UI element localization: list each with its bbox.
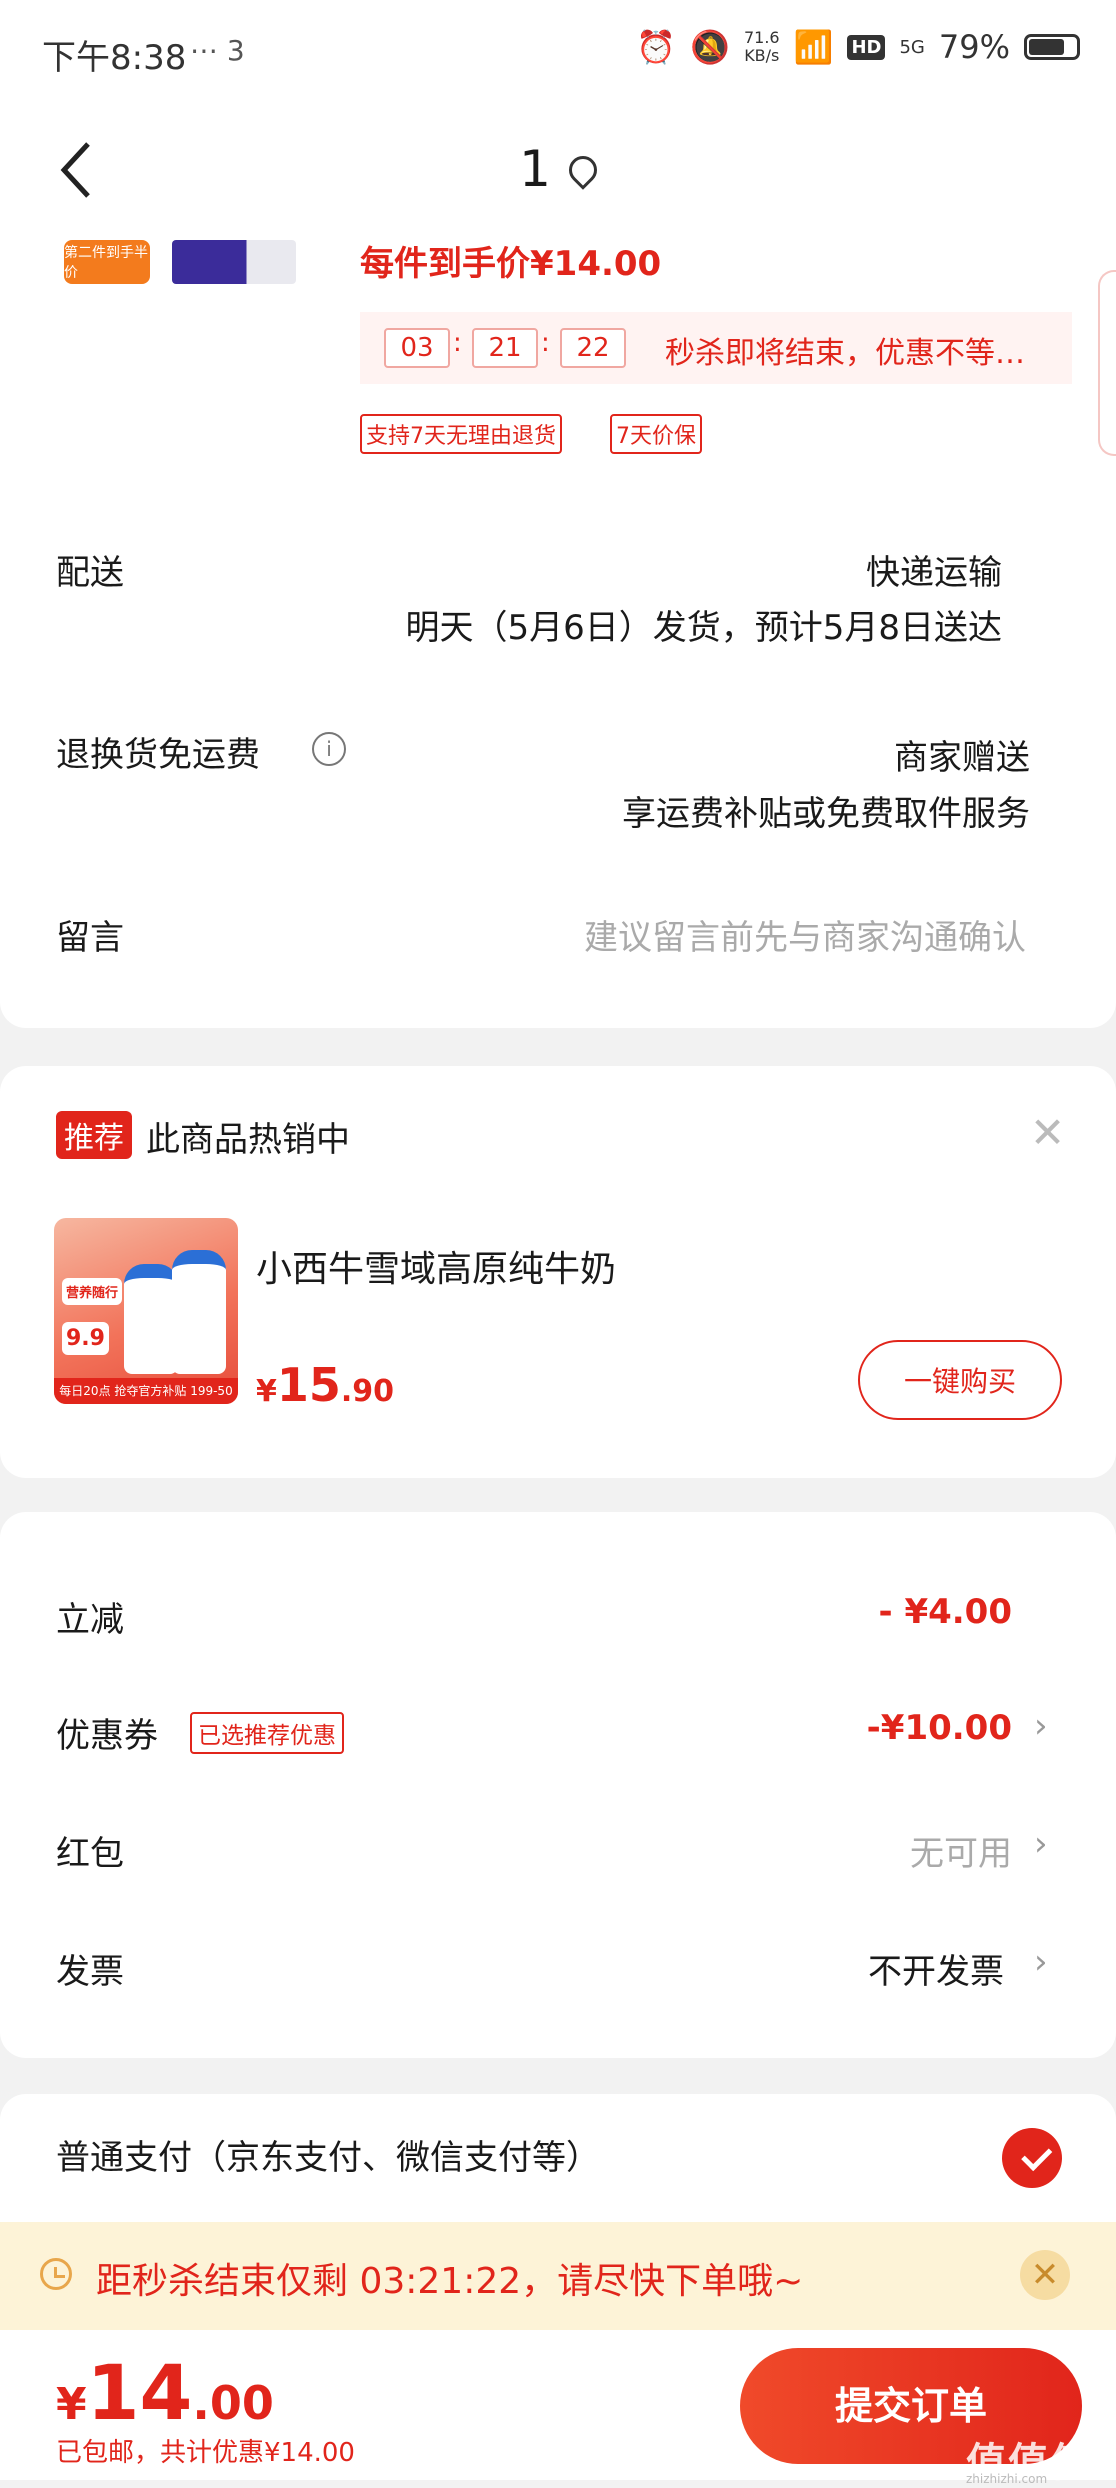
battery-icon bbox=[1024, 34, 1080, 60]
total-subtext: 已包邮，共计优惠¥14.00 bbox=[56, 2438, 355, 2468]
signal-label: 5G bbox=[899, 36, 925, 58]
checkmark-icon[interactable] bbox=[1002, 2128, 1062, 2188]
payment-method-label[interactable]: 普通支付（京东支付、微信支付等） bbox=[56, 2130, 600, 2179]
mute-icon: 🔕 bbox=[690, 28, 730, 66]
coupon-tag: 已选推荐优惠 bbox=[190, 1712, 344, 1754]
location-pin-icon[interactable] bbox=[563, 150, 603, 190]
chevron-right-icon[interactable]: › bbox=[1034, 1942, 1048, 1982]
redpacket-label: 红包 bbox=[56, 1834, 124, 1874]
flash-sale-bar: 03 : 21 : 22 秒杀即将结束，优惠不等… bbox=[360, 312, 1072, 384]
return-shipping-label: 退换货免运费 bbox=[56, 735, 260, 775]
instant-discount-value: - ¥4.00 bbox=[878, 1592, 1013, 1632]
chevron-right-icon[interactable]: › bbox=[1034, 1824, 1048, 1864]
recommend-product-name[interactable]: 小西牛雪域高原纯牛奶 bbox=[256, 1240, 616, 1292]
one-click-buy-button[interactable]: 一键购买 bbox=[858, 1340, 1062, 1420]
return-tag: 支持7天无理由退货 bbox=[360, 414, 562, 454]
product-thumb-1[interactable]: 第二件到手半价 bbox=[64, 240, 150, 284]
clock-icon bbox=[40, 2258, 72, 2290]
message-input[interactable]: 建议留言前先与商家沟通确认 bbox=[584, 910, 1026, 959]
delivery-eta: 明天（5月6日）发货，预计5月8日送达 bbox=[405, 608, 1002, 648]
total-price: ¥14.00 bbox=[56, 2348, 274, 2437]
product-image[interactable]: 营养随行 9.9 每日20点 抢夺官方补贴 199-50 bbox=[54, 1218, 238, 1404]
product-thumb-2[interactable] bbox=[172, 240, 296, 284]
wifi-icon: 📶 bbox=[793, 28, 834, 66]
close-icon[interactable]: ✕ bbox=[1020, 2250, 1070, 2300]
notice-text: 距秒杀结束仅剩 03:21:22，请尽快下单哦~ bbox=[96, 2261, 804, 2302]
return-shipping-value: 商家赠送 bbox=[894, 738, 1030, 778]
battery-text: 79% bbox=[938, 28, 1010, 66]
recommend-badge: 推荐 bbox=[56, 1111, 132, 1159]
countdown-hours: 03 bbox=[384, 328, 450, 368]
delivery-method[interactable]: 快递运输 bbox=[866, 545, 1002, 594]
redpacket-value[interactable]: 无可用 bbox=[910, 1826, 1012, 1875]
close-icon[interactable]: ✕ bbox=[1030, 1108, 1065, 1157]
header-title: 1 bbox=[0, 140, 1116, 198]
unit-price: 每件到手价¥14.00 bbox=[360, 244, 662, 284]
invoice-value[interactable]: 不开发票 bbox=[868, 1944, 1004, 1993]
hd-icon: HD bbox=[847, 34, 886, 60]
coupon-value[interactable]: -¥10.00 bbox=[867, 1708, 1012, 1748]
countdown-seconds: 22 bbox=[560, 328, 626, 368]
price-protect-tag: 7天价保 bbox=[610, 414, 702, 454]
coupon-label: 优惠券 bbox=[56, 1716, 158, 1756]
side-floating-tab[interactable] bbox=[1098, 270, 1116, 456]
delivery-label: 配送 bbox=[56, 553, 124, 593]
info-icon[interactable]: i bbox=[312, 732, 346, 766]
alarm-icon: ⏰ bbox=[636, 28, 677, 66]
message-label: 留言 bbox=[56, 918, 124, 958]
notification-count: 3 bbox=[226, 34, 245, 67]
watermark-url: zhizhizhi.com bbox=[966, 2472, 1048, 2486]
checkout-bar: ¥14.00 已包邮，共计优惠¥14.00 提交订单 bbox=[0, 2330, 1116, 2480]
flash-sale-notice: 距秒杀结束仅剩 03:21:22，请尽快下单哦~ ✕ bbox=[0, 2222, 1116, 2330]
chevron-right-icon[interactable]: › bbox=[1034, 1706, 1048, 1746]
recommend-price: ¥15.90 bbox=[256, 1358, 395, 1412]
status-bar: 下午8:38 ⋯ 3 ⏰ 🔕 71.6 KB/s 📶 HD 5G 79% bbox=[0, 0, 1116, 100]
status-icons: ⏰ 🔕 71.6 KB/s 📶 HD 5G 79% bbox=[636, 28, 1080, 66]
countdown-minutes: 21 bbox=[472, 328, 538, 368]
recommend-title: 此商品热销中 bbox=[146, 1120, 350, 1160]
return-shipping-desc: 享运费补贴或免费取件服务 bbox=[622, 794, 1030, 834]
message-notification-icon: ⋯ 3 bbox=[190, 34, 245, 67]
instant-discount-label: 立减 bbox=[56, 1600, 124, 1640]
flash-sale-text: 秒杀即将结束，优惠不等… bbox=[665, 336, 1025, 371]
network-speed: 71.6 KB/s bbox=[743, 28, 780, 65]
status-time: 下午8:38 bbox=[42, 38, 187, 78]
invoice-label: 发票 bbox=[56, 1952, 124, 1992]
